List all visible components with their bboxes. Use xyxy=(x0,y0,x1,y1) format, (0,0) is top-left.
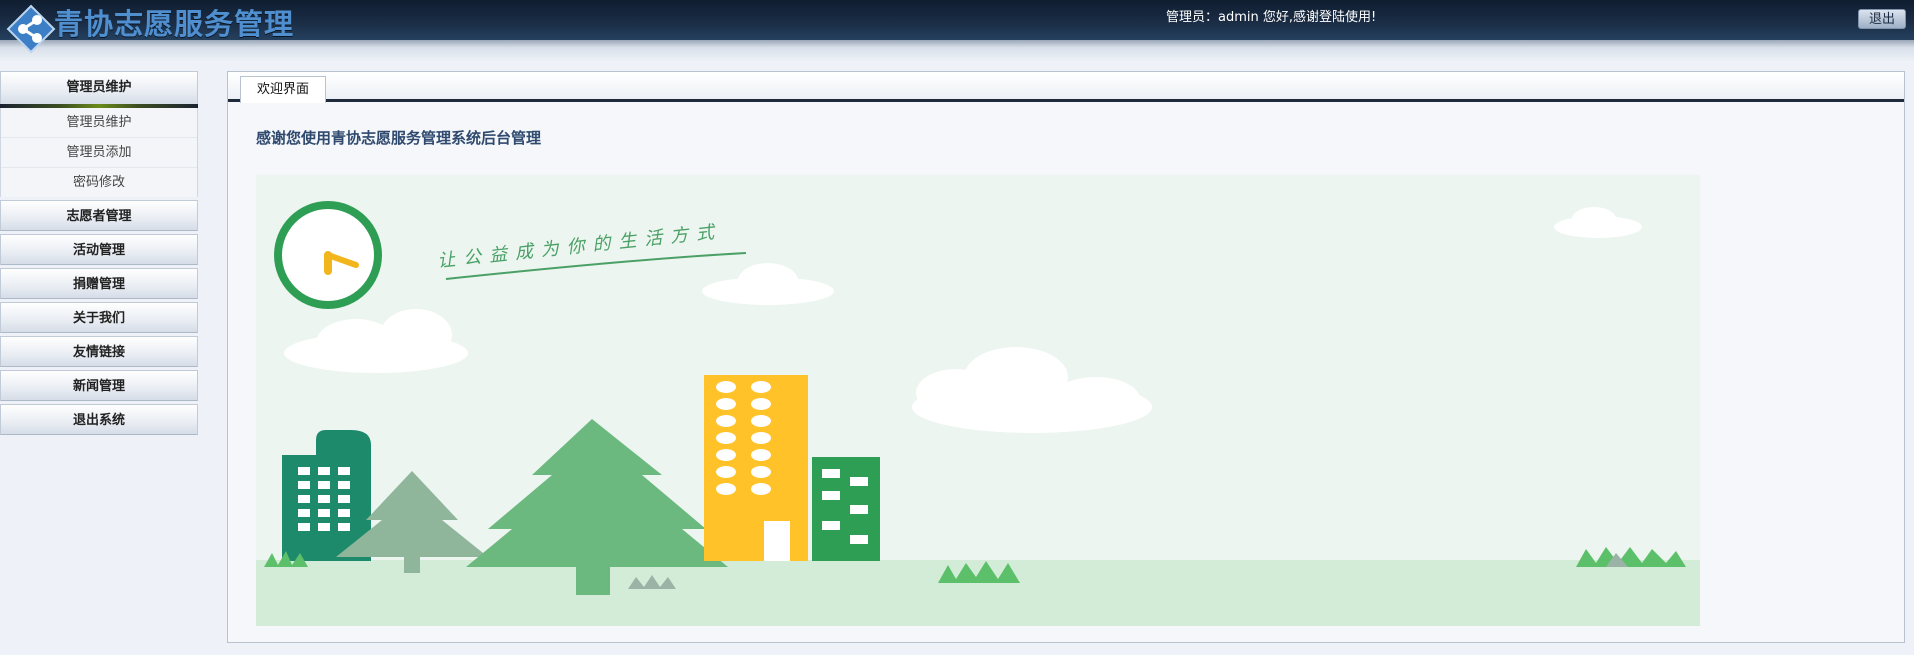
welcome-message: 管理员：admin 您好,感谢登陆使用! xyxy=(1166,10,1377,25)
menu-group-admin[interactable]: 管理员维护 xyxy=(0,71,198,104)
building-yellow-shape xyxy=(704,375,808,561)
tab-strip: 欢迎界面 xyxy=(228,72,1904,103)
submenu-admin-maintain[interactable]: 管理员维护 xyxy=(1,108,197,138)
clock-icon xyxy=(274,201,382,309)
submenu-password-change[interactable]: 密码修改 xyxy=(1,168,197,197)
menu-group-exit[interactable]: 退出系统 xyxy=(0,404,198,435)
content-panel: 欢迎界面 感谢您使用青协志愿服务管理系统后台管理 让公益成为你的生活方式 xyxy=(227,71,1905,643)
menu-group-donations[interactable]: 捐赠管理 xyxy=(0,268,198,299)
app-title: 青协志愿服务管理 xyxy=(54,7,295,41)
welcome-heading: 感谢您使用青协志愿服务管理系统后台管理 xyxy=(256,129,542,147)
building-green-shape xyxy=(812,457,880,561)
welcome-banner-illustration: 让公益成为你的生活方式 xyxy=(256,175,1700,626)
menu-group-about[interactable]: 关于我们 xyxy=(0,302,198,333)
admin-submenu: 管理员维护 管理员添加 密码修改 xyxy=(0,108,198,197)
logout-button[interactable]: 退出 xyxy=(1858,9,1906,29)
menu-group-news[interactable]: 新闻管理 xyxy=(0,370,198,401)
menu-group-links[interactable]: 友情链接 xyxy=(0,336,198,367)
menu-group-activities[interactable]: 活动管理 xyxy=(0,234,198,265)
menu-group-volunteers[interactable]: 志愿者管理 xyxy=(0,200,198,231)
tab-welcome[interactable]: 欢迎界面 xyxy=(240,76,327,103)
sidebar-menu: 管理员维护 管理员维护 管理员添加 密码修改 志愿者管理 活动管理 捐赠管理 关… xyxy=(0,71,198,438)
share-node-icon xyxy=(6,4,56,54)
submenu-admin-add[interactable]: 管理员添加 xyxy=(1,138,197,168)
